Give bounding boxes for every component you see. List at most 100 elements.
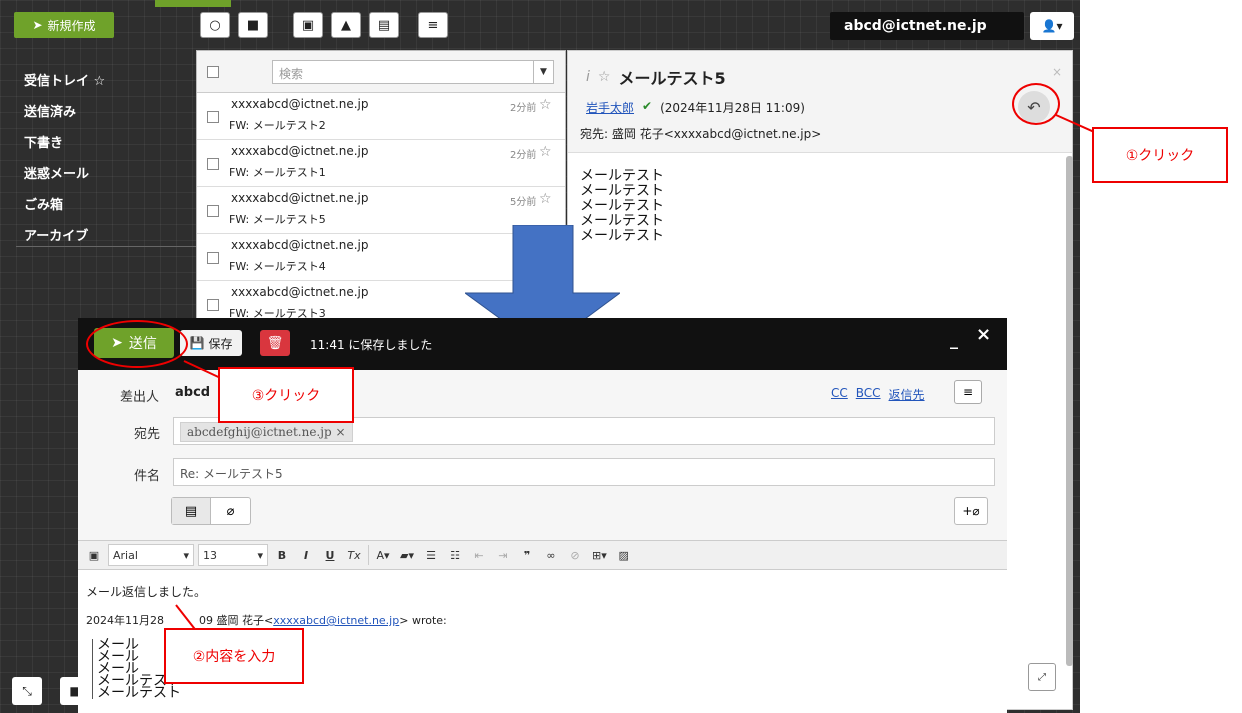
folder-spam[interactable]: 迷惑メール [24, 157, 194, 188]
save-status: 11:41 に保存しました [310, 338, 433, 352]
ordered-list-icon[interactable]: ☰ [421, 544, 441, 566]
table-icon[interactable]: ⊞▾ [589, 544, 610, 566]
menu-icon: ≡ [962, 385, 974, 399]
spam-button[interactable]: ▲ [331, 12, 361, 38]
folder-icon: ■ [246, 17, 260, 33]
close-icon[interactable]: × [976, 324, 991, 345]
message-list-header: 検索 ▼ [197, 51, 565, 93]
expand-icon: ⤢ [1038, 671, 1046, 683]
subject-input[interactable]: Re: メールテスト5 [173, 458, 995, 486]
star-icon[interactable]: ☆ [539, 144, 552, 160]
subject-label: 件名 [134, 469, 161, 484]
folder-inbox[interactable]: 受信トレイ ☆ [24, 64, 194, 95]
editor-toolbar: ▣ Arial ▾ 13 ▾ B I U Tx A▾ ▰▾ ☰ ☷ ⇤ ⇥ ❞ ∞ … [78, 540, 1007, 570]
folder-drafts[interactable]: 下書き [24, 126, 194, 157]
discard-button[interactable]: 🗑 [260, 330, 290, 356]
header-menu-button[interactable]: ≡ [954, 380, 982, 404]
sender-link[interactable]: 岩手太郎 [586, 99, 634, 116]
unlink-icon[interactable]: ⊘ [565, 544, 585, 566]
font-size-select[interactable]: 13 ▾ [198, 544, 268, 566]
check-icon: ✔ [642, 99, 653, 113]
search-input[interactable]: 検索 ▼ [272, 60, 554, 84]
refresh-icon: ○ [209, 17, 221, 33]
add-attachment-button[interactable]: +⌀ [954, 497, 988, 525]
attach-plus-icon: +⌀ [962, 504, 980, 518]
reply-to-link[interactable]: 返信先 [889, 386, 925, 403]
user-icon: 👤▾ [1041, 19, 1063, 33]
scrollbar[interactable] [1066, 156, 1073, 666]
archive-button[interactable]: ▣ [293, 12, 323, 38]
source-icon[interactable]: ▣ [84, 544, 104, 566]
save-button[interactable]: 💾 保存 [180, 330, 242, 356]
warning-icon: ▲ [341, 17, 351, 33]
clear-format-icon[interactable]: Tx [344, 544, 364, 566]
from-value[interactable]: abcd [175, 385, 210, 400]
new-mail-button[interactable]: ➤ 新規作成 [14, 12, 114, 38]
message-date: (2024年11月28日 11:09) [660, 101, 805, 115]
annotation-step1: ①クリック [1092, 127, 1228, 183]
compose-toolbar: ➤ 送信 💾 保存 🗑 11:41 に保存しました _ × [78, 318, 1007, 370]
annotation-step3: ③クリック [218, 367, 354, 423]
toolbar-divider [368, 545, 369, 565]
folder-button[interactable]: ■ [238, 12, 268, 38]
text-color-icon[interactable]: A▾ [373, 544, 393, 566]
star-icon[interactable]: ☆ [598, 69, 611, 85]
reading-header: i ☆ メールテスト5 × 岩手太郎 ✔ (2024年11月28日 11:09)… [568, 51, 1072, 153]
folder-list: 受信トレイ ☆ 送信済み 下書き 迷惑メール ごみ箱 アーカイブ [24, 64, 194, 250]
active-tab-indicator [155, 0, 231, 7]
annotation-step2: ②内容を入力 [164, 628, 304, 684]
message-recipient: 宛先: 盛岡 花子<xxxxabcd@ictnet.ne.jp> [580, 127, 822, 141]
quote-icon[interactable]: ❞ [517, 544, 537, 566]
bold-icon[interactable]: B [272, 544, 292, 566]
document-icon[interactable]: ▤ [172, 498, 212, 524]
archive-icon: ▣ [301, 17, 315, 33]
list-item[interactable]: xxxxabcd@ictnet.ne.jp FW: メールテスト2 2分前 ☆ [197, 93, 565, 140]
italic-icon[interactable]: I [296, 544, 316, 566]
list-item[interactable]: xxxxabcd@ictnet.ne.jp FW: メールテスト1 2分前 ☆ [197, 140, 565, 187]
bcc-link[interactable]: BCC [856, 386, 881, 403]
folder-sent[interactable]: 送信済み [24, 95, 194, 126]
collapse-button[interactable]: ⤡ [12, 677, 42, 705]
quoted-email-link[interactable]: xxxxabcd@ictnet.ne.jp [273, 614, 399, 627]
select-all-checkbox[interactable] [207, 66, 219, 78]
message-checkbox[interactable] [207, 158, 219, 170]
bullet-list-icon[interactable]: ☷ [445, 544, 465, 566]
font-select[interactable]: Arial ▾ [108, 544, 194, 566]
minimize-icon[interactable]: _ [950, 330, 958, 349]
chevron-down-icon[interactable]: ▼ [533, 61, 553, 83]
annotation-circle-reply [1012, 83, 1060, 125]
format-toggle-group: ▤ ⌀ [171, 497, 251, 525]
message-checkbox[interactable] [207, 205, 219, 217]
top-toolbar: ➤ 新規作成 ○ ■ ▣ ▲ ▤ ≡ abcd@ictnet.ne.jp 👤▾ [0, 7, 1080, 45]
folder-trash[interactable]: ごみ箱 [24, 188, 194, 219]
bg-color-icon[interactable]: ▰▾ [397, 544, 417, 566]
menu-button[interactable]: ≡ [418, 12, 448, 38]
expand-button[interactable]: ⤢ [1028, 663, 1056, 691]
paperclip-icon[interactable]: ⌀ [211, 498, 250, 524]
star-icon[interactable]: ☆ [539, 191, 552, 207]
indent-icon[interactable]: ⇥ [493, 544, 513, 566]
message-checkbox[interactable] [207, 299, 219, 311]
refresh-button[interactable]: ○ [200, 12, 230, 38]
close-icon[interactable]: × [1052, 65, 1062, 79]
outdent-icon[interactable]: ⇤ [469, 544, 489, 566]
floppy-icon: 💾 [189, 336, 205, 350]
link-icon[interactable]: ∞ [541, 544, 561, 566]
underline-icon[interactable]: U [320, 544, 340, 566]
collapse-icon: ⤡ [22, 683, 32, 698]
message-checkbox[interactable] [207, 111, 219, 123]
folder-divider [16, 246, 198, 247]
body-text: メール返信しました。 [86, 585, 207, 599]
cc-link[interactable]: CC [831, 386, 848, 403]
send-icon: ➤ [32, 18, 43, 32]
star-icon[interactable]: ☆ [539, 97, 552, 113]
message-meta: 岩手太郎 ✔ (2024年11月28日 11:09) [586, 99, 805, 116]
user-menu-button[interactable]: 👤▾ [1030, 12, 1074, 40]
delete-button[interactable]: ▤ [369, 12, 399, 38]
message-checkbox[interactable] [207, 252, 219, 264]
info-icon[interactable]: i [586, 69, 590, 85]
image-icon[interactable]: ▨ [614, 544, 634, 566]
recipient-chip[interactable]: abcdefghij@ictnet.ne.jp × [180, 422, 353, 442]
account-email: abcd@ictnet.ne.jp [830, 12, 1024, 40]
from-label: 差出人 [120, 390, 160, 405]
